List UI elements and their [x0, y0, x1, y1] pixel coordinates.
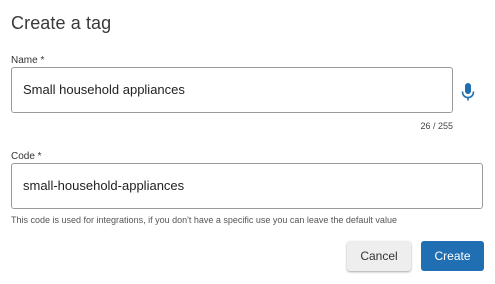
name-field-label: Name * — [11, 55, 45, 66]
code-helper-text: This code is used for integrations, if y… — [11, 215, 397, 225]
code-input-value: small-household-appliances — [23, 178, 185, 193]
create-tag-dialog: Create a tag Name * Small household appl… — [0, 0, 495, 284]
cancel-button[interactable]: Cancel — [347, 241, 411, 271]
create-button[interactable]: Create — [421, 241, 484, 271]
name-input[interactable]: Small household appliances — [11, 67, 453, 113]
code-field-label: Code * — [11, 151, 42, 162]
name-char-counter: 26 / 255 — [420, 121, 453, 131]
microphone-icon[interactable] — [460, 82, 476, 102]
code-input[interactable]: small-household-appliances — [11, 163, 483, 209]
name-input-value: Small household appliances — [23, 82, 185, 97]
dialog-title: Create a tag — [11, 13, 112, 33]
